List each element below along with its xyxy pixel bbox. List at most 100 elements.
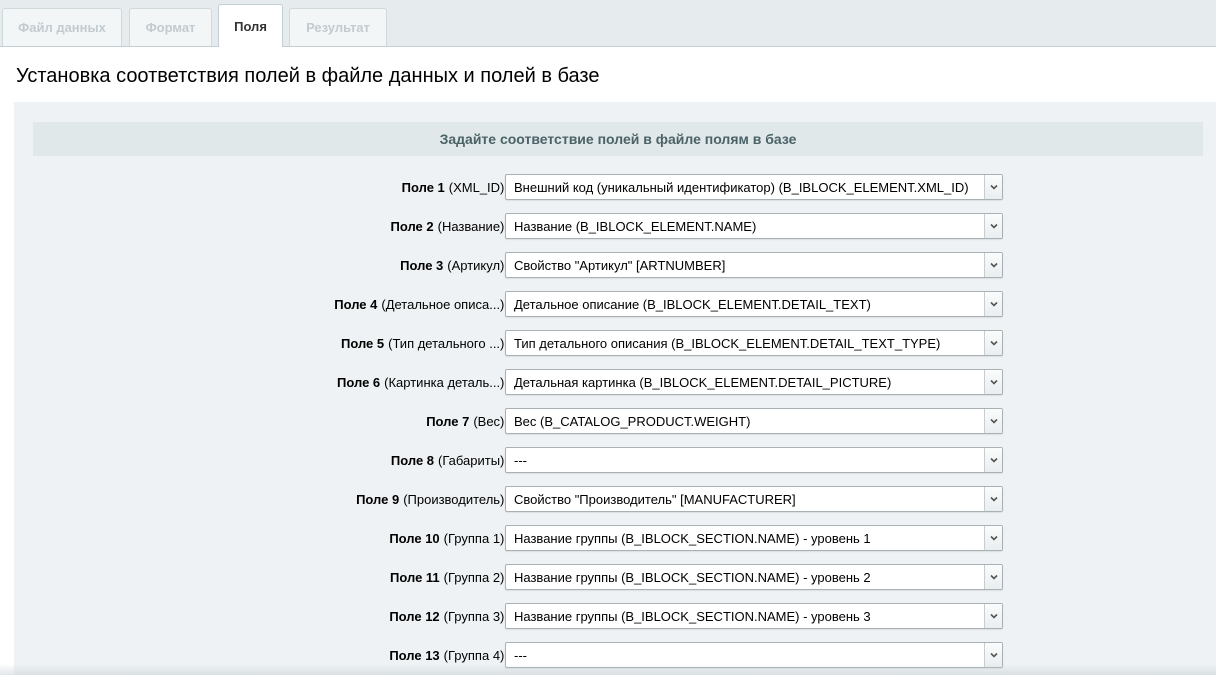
field-label: Поле 2 (Название): — [391, 213, 509, 239]
field-number: Поле 4 — [334, 296, 378, 312]
field-select[interactable]: Детальное описание (B_IBLOCK_ELEMENT.DET… — [505, 291, 1003, 317]
chevron-down-icon — [989, 457, 998, 463]
chevron-down-icon — [989, 496, 998, 502]
select-button[interactable] — [984, 175, 1002, 199]
field-row: Поле 1 (XML_ID): Внешний код (уникальный… — [14, 174, 1216, 200]
tab-label: Формат — [145, 20, 196, 35]
field-name: (Габариты): — [438, 452, 508, 468]
field-select[interactable]: Название группы (B_IBLOCK_SECTION.NAME) … — [505, 564, 1003, 590]
chevron-down-icon — [989, 301, 998, 307]
chevron-down-icon — [989, 613, 998, 619]
field-row: Поле 8 (Габариты): --- — [14, 447, 1216, 473]
tab-result[interactable]: Результат — [289, 8, 387, 46]
field-label: Поле 4 (Детальное описа...): — [334, 291, 508, 317]
field-mapping-form: Задайте соответствие полей в файле полям… — [14, 102, 1216, 675]
select-button[interactable] — [984, 253, 1002, 277]
chevron-down-icon — [989, 184, 998, 190]
field-row: Поле 3 (Артикул): Свойство "Артикул" [AR… — [14, 252, 1216, 278]
field-row: Поле 9 (Производитель): Свойство "Произв… — [14, 486, 1216, 512]
field-number: Поле 3 — [400, 257, 444, 273]
chevron-down-icon — [989, 223, 998, 229]
select-button[interactable] — [984, 370, 1002, 394]
field-label: Поле 12 (Группа 3): — [389, 603, 508, 629]
select-value: Внешний код (уникальный идентификатор) (… — [514, 179, 969, 195]
select-button[interactable] — [984, 331, 1002, 355]
field-select[interactable]: Детальная картинка (B_IBLOCK_ELEMENT.DET… — [505, 369, 1003, 395]
scroll-shadow — [0, 664, 1216, 675]
select-value: Вес (B_CATALOG_PRODUCT.WEIGHT) — [514, 413, 751, 429]
chevron-down-icon — [989, 535, 998, 541]
chevron-down-icon — [989, 340, 998, 346]
field-number: Поле 9 — [356, 491, 400, 507]
select-button[interactable] — [984, 487, 1002, 511]
select-value: Тип детального описания (B_IBLOCK_ELEMEN… — [514, 335, 941, 351]
field-label: Поле 9 (Производитель): — [356, 486, 508, 512]
chevron-down-icon — [989, 418, 998, 424]
select-value: Название группы (B_IBLOCK_SECTION.NAME) … — [514, 608, 871, 624]
field-label: Поле 1 (XML_ID): — [402, 174, 508, 200]
page-title: Установка соответствия полей в файле дан… — [16, 65, 600, 87]
field-select[interactable]: Внешний код (уникальный идентификатор) (… — [505, 174, 1003, 200]
select-value: Название (B_IBLOCK_ELEMENT.NAME) — [514, 218, 757, 234]
field-number: Поле 12 — [389, 608, 440, 624]
select-button[interactable] — [984, 604, 1002, 628]
field-name: (Артикул): — [447, 257, 508, 273]
field-name: (XML_ID): — [448, 179, 508, 195]
field-row: Поле 10 (Группа 1): Название группы (B_I… — [14, 525, 1216, 551]
select-button[interactable] — [984, 292, 1002, 316]
tab-data-file[interactable]: Файл данных — [2, 8, 122, 46]
field-name: (Детальное описа...): — [381, 296, 508, 312]
select-value: Название группы (B_IBLOCK_SECTION.NAME) … — [514, 530, 871, 546]
field-number: Поле 11 — [390, 569, 440, 585]
tab-format[interactable]: Формат — [129, 8, 212, 46]
field-select[interactable]: --- — [505, 447, 1003, 473]
field-select[interactable]: Название (B_IBLOCK_ELEMENT.NAME) — [505, 213, 1003, 239]
select-button[interactable] — [984, 214, 1002, 238]
field-label: Поле 5 (Тип детального ...): — [341, 330, 508, 356]
field-label: Поле 8 (Габариты): — [391, 447, 508, 473]
tab-label: Поля — [234, 18, 267, 34]
field-number: Поле 6 — [337, 374, 381, 390]
field-name: (Картинка деталь...): — [384, 374, 508, 390]
chevron-down-icon — [989, 574, 998, 580]
field-select[interactable]: Название группы (B_IBLOCK_SECTION.NAME) … — [505, 525, 1003, 551]
field-name: (Производитель): — [403, 491, 508, 507]
select-button[interactable] — [984, 448, 1002, 472]
select-value: --- — [514, 452, 527, 468]
select-value: Детальное описание (B_IBLOCK_ELEMENT.DET… — [514, 296, 871, 312]
field-select[interactable]: Тип детального описания (B_IBLOCK_ELEMEN… — [505, 330, 1003, 356]
select-value: Детальная картинка (B_IBLOCK_ELEMENT.DET… — [514, 374, 892, 390]
field-select[interactable]: Свойство "Производитель" [MANUFACTURER] — [505, 486, 1003, 512]
section-header: Задайте соответствие полей в файле полям… — [33, 122, 1203, 156]
field-name: (Группа 3): — [443, 608, 508, 624]
chevron-down-icon — [989, 379, 998, 385]
field-select[interactable]: Вес (B_CATALOG_PRODUCT.WEIGHT) — [505, 408, 1003, 434]
field-name: (Вес): — [473, 413, 508, 429]
field-name: (Группа 1): — [443, 530, 508, 546]
field-select[interactable]: Название группы (B_IBLOCK_SECTION.NAME) … — [505, 603, 1003, 629]
field-row: Поле 6 (Картинка деталь...): Детальная к… — [14, 369, 1216, 395]
field-label: Поле 7 (Вес): — [426, 408, 508, 434]
tab-label: Файл данных — [18, 20, 106, 35]
select-value: Свойство "Артикул" [ARTNUMBER] — [514, 257, 726, 273]
field-row: Поле 12 (Группа 3): Название группы (B_I… — [14, 603, 1216, 629]
select-button[interactable] — [984, 526, 1002, 550]
chevron-down-icon — [989, 262, 998, 268]
field-name: (Группа 4): — [443, 647, 508, 663]
main-panel: Установка соответствия полей в файле дан… — [0, 47, 1216, 675]
field-row: Поле 5 (Тип детального ...): Тип детальн… — [14, 330, 1216, 356]
field-name: (Тип детального ...): — [388, 335, 508, 351]
field-row: Поле 11 (Группа 2): Название группы (B_I… — [14, 564, 1216, 590]
select-value: Название группы (B_IBLOCK_SECTION.NAME) … — [514, 569, 871, 585]
tab-bar: Файл данных Формат Поля Результат — [0, 0, 1216, 47]
tab-fields[interactable]: Поля — [218, 4, 283, 47]
field-select[interactable]: Свойство "Артикул" [ARTNUMBER] — [505, 252, 1003, 278]
select-button[interactable] — [984, 565, 1002, 589]
field-number: Поле 2 — [390, 218, 434, 234]
field-number: Поле 10 — [389, 530, 440, 546]
field-label: Поле 11 (Группа 2): — [390, 564, 508, 590]
select-button[interactable] — [984, 409, 1002, 433]
field-row: Поле 2 (Название): Название (B_IBLOCK_EL… — [14, 213, 1216, 239]
field-label: Поле 3 (Артикул): — [400, 252, 508, 278]
field-label: Поле 10 (Группа 1): — [389, 525, 508, 551]
